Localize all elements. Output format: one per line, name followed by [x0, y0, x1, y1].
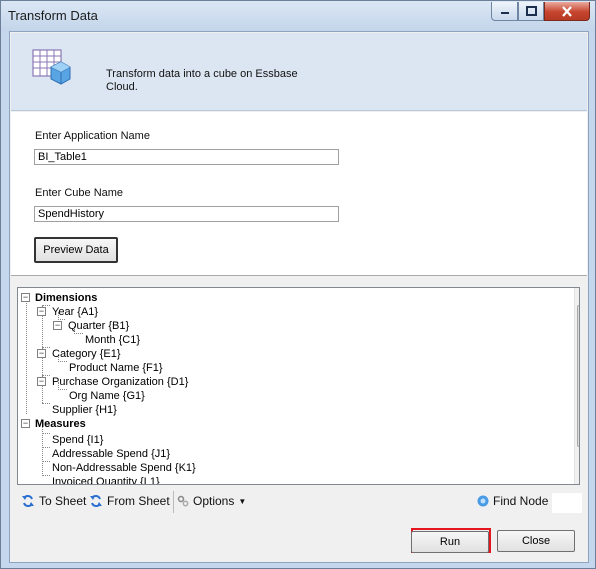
- tree-connector: [42, 475, 50, 476]
- tree-connector: [42, 461, 50, 462]
- banner-description: Transform data into a cube on Essbase Cl…: [106, 68, 298, 93]
- tree-node-spend[interactable]: Spend {I1}: [52, 433, 103, 447]
- tree-scrollbar[interactable]: ▲ ▼: [574, 288, 580, 484]
- refresh-icon: [90, 495, 102, 507]
- header-banner: Transform data into a cube on Essbase Cl…: [11, 33, 587, 111]
- collapse-icon[interactable]: −: [37, 349, 46, 358]
- tree-node-purchase-organization[interactable]: Purchase Organization {D1}: [52, 375, 188, 389]
- tree-node-month[interactable]: Month {C1}: [85, 333, 140, 347]
- window-close-button[interactable]: [544, 2, 590, 21]
- to-sheet-button[interactable]: To Sheet: [21, 494, 86, 508]
- tree-node-quarter[interactable]: Quarter {B1}: [68, 319, 129, 333]
- maximize-icon: [525, 6, 537, 16]
- dimension-tree[interactable]: − − − − − − Dimensions Year {A1} Quarter…: [17, 287, 580, 485]
- chevron-down-icon: ▼: [238, 496, 247, 506]
- tree-node-org-name[interactable]: Org Name {G1}: [69, 389, 145, 403]
- collapse-icon[interactable]: −: [37, 377, 46, 386]
- minimize-button[interactable]: [491, 2, 518, 21]
- tree-node-category[interactable]: Category {E1}: [52, 347, 121, 361]
- grip-icon: [579, 372, 580, 380]
- close-icon: [562, 5, 572, 17]
- from-sheet-label: From Sheet: [107, 494, 170, 508]
- refresh-icon: [22, 495, 34, 507]
- title-bar[interactable]: Transform Data: [1, 1, 595, 31]
- gears-icon: [177, 495, 189, 507]
- tree-connector: [42, 403, 50, 404]
- app-name-input[interactable]: [34, 149, 339, 165]
- tree-node-non-addressable-spend[interactable]: Non-Addressable Spend {K1}: [52, 461, 196, 475]
- tree-node-supplier[interactable]: Supplier {H1}: [52, 403, 117, 417]
- tree-node-year[interactable]: Year {A1}: [52, 305, 98, 319]
- find-node-button[interactable]: Find Node: [477, 494, 548, 508]
- to-sheet-label: To Sheet: [39, 494, 87, 508]
- cube-name-label: Enter Cube Name: [35, 187, 124, 199]
- transform-data-window: Transform Data Transform data into a cub…: [0, 0, 596, 569]
- preview-data-button[interactable]: Preview Data: [34, 237, 118, 263]
- tree-connector: [58, 389, 67, 390]
- find-node-label: Find Node: [493, 494, 549, 508]
- run-button[interactable]: Run: [411, 531, 489, 553]
- collapse-icon[interactable]: −: [53, 321, 62, 330]
- cube-settings-form: Enter Application Name Enter Cube Name P…: [11, 112, 587, 276]
- options-label: Options: [193, 494, 235, 508]
- scroll-up-icon[interactable]: ▲: [578, 291, 579, 300]
- maximize-button[interactable]: [518, 2, 544, 21]
- tree-connector: [26, 299, 27, 414]
- scrollbar-thumb[interactable]: [577, 305, 580, 447]
- dialog-body: Transform data into a cube on Essbase Cl…: [9, 31, 589, 563]
- tree-node-invoiced-quantity[interactable]: Invoiced Quantity {L1}: [52, 475, 160, 484]
- close-button[interactable]: Close: [497, 530, 575, 552]
- info-icon: [477, 495, 489, 507]
- tree-node-addressable-spend[interactable]: Addressable Spend {J1}: [52, 447, 170, 461]
- tree-node-dimensions[interactable]: Dimensions: [35, 291, 97, 305]
- tree-connector: [58, 361, 67, 362]
- collapse-icon[interactable]: −: [21, 293, 30, 302]
- tree-connector: [42, 433, 50, 434]
- collapse-icon[interactable]: −: [21, 419, 30, 428]
- tree-toolbar: To Sheet From Sheet Options ▼ Find Node: [11, 488, 587, 516]
- cube-name-input[interactable]: [34, 206, 339, 222]
- app-name-label: Enter Application Name: [35, 130, 150, 142]
- tree-connector: [42, 447, 50, 448]
- tree-node-measures[interactable]: Measures: [35, 417, 86, 431]
- collapse-icon[interactable]: −: [37, 307, 46, 316]
- window-title: Transform Data: [8, 8, 98, 23]
- find-node-input[interactable]: [552, 493, 582, 513]
- from-sheet-button[interactable]: From Sheet: [89, 494, 170, 508]
- minimize-icon: [500, 12, 509, 14]
- toolbar-divider: [173, 491, 174, 513]
- options-dropdown[interactable]: Options ▼: [177, 494, 246, 508]
- tree-node-product-name[interactable]: Product Name {F1}: [69, 361, 163, 375]
- scroll-down-icon[interactable]: ▼: [578, 472, 579, 481]
- cube-grid-icon: [32, 49, 71, 85]
- tree-connector: [74, 333, 83, 334]
